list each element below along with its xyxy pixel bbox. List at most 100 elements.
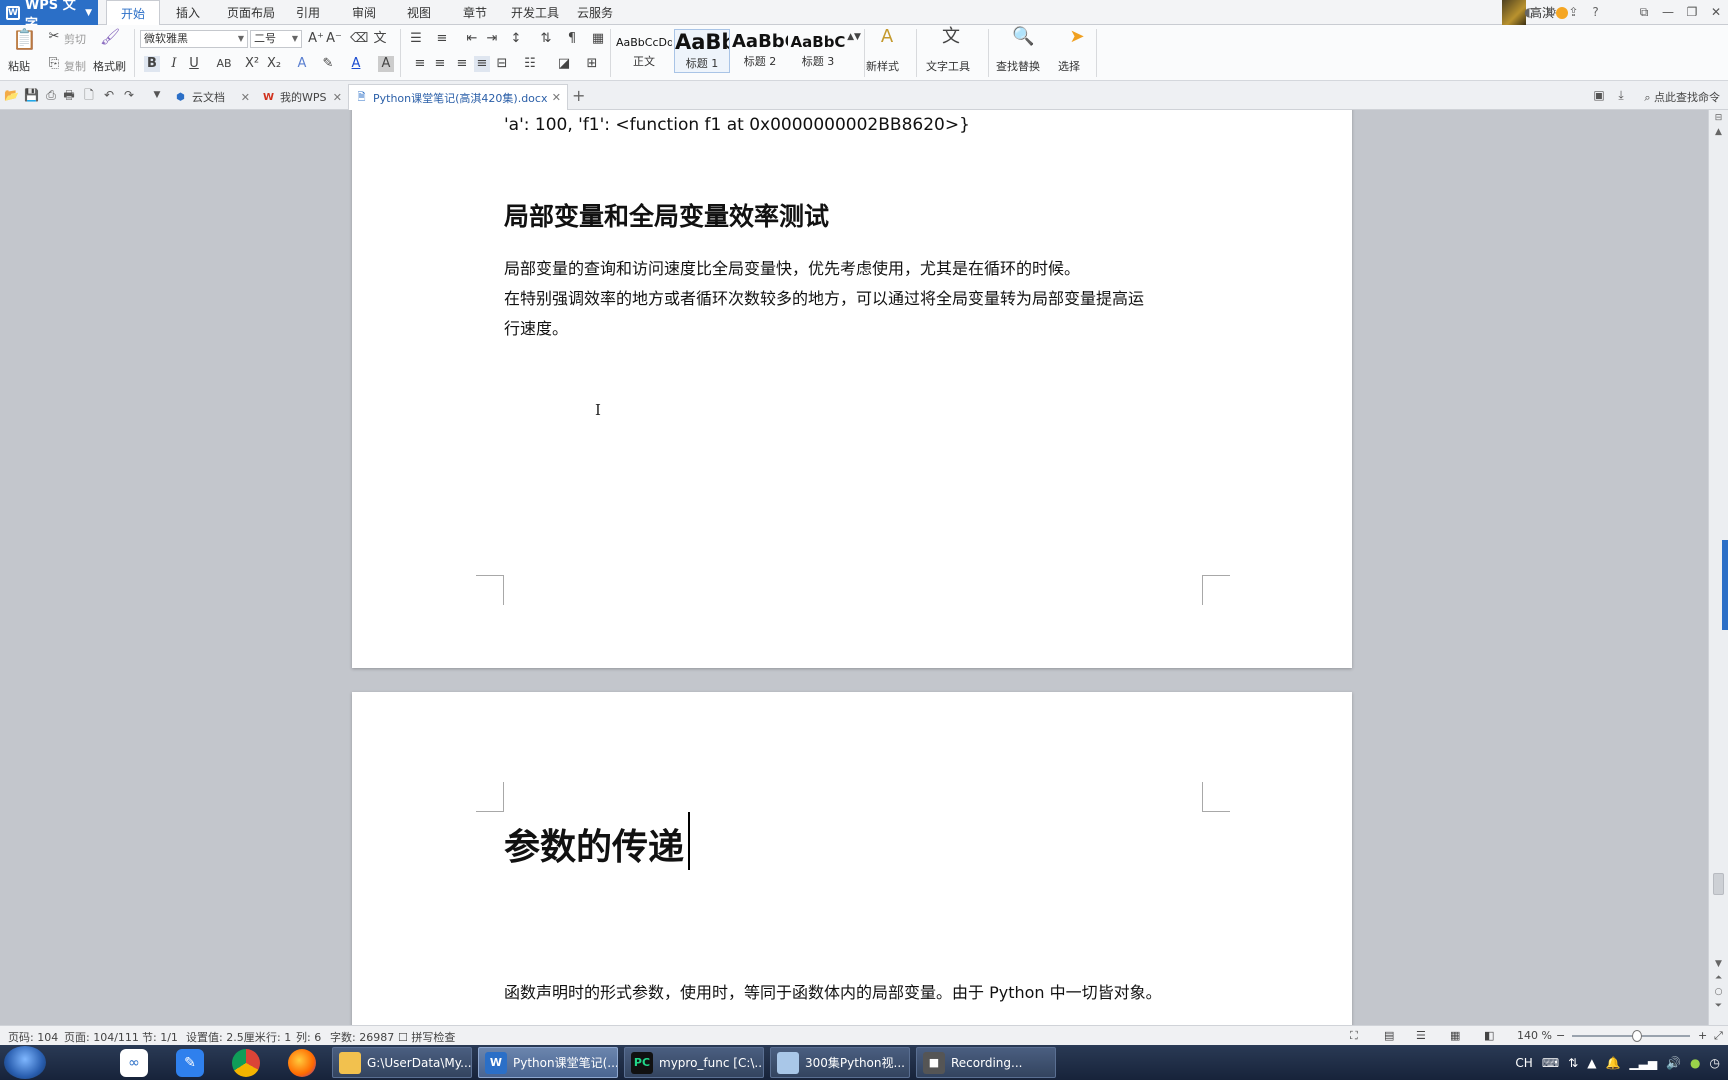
sort-icon[interactable]: ⇅ bbox=[538, 31, 554, 47]
style-heading-2[interactable]: AaBbC 标题 2 bbox=[732, 29, 788, 73]
redo-icon[interactable]: ↷ bbox=[122, 88, 136, 102]
style-heading-1[interactable]: AaBb 标题 1 bbox=[674, 29, 730, 73]
tab-home[interactable]: 开始 bbox=[106, 0, 160, 26]
undo-icon[interactable]: ↶ bbox=[102, 88, 116, 102]
gallery-scroll-icon[interactable]: ▲▼ bbox=[846, 29, 862, 45]
format-painter-button[interactable]: 格式刷 bbox=[93, 58, 126, 74]
volume-icon[interactable]: 🔊 bbox=[1666, 1056, 1681, 1070]
taskbar-notepad[interactable]: 300集Python视... bbox=[770, 1047, 910, 1078]
keyboard-icon[interactable]: ⌨ bbox=[1542, 1056, 1559, 1070]
word-count[interactable]: 字数: 26987 bbox=[330, 1029, 394, 1045]
shading-icon[interactable]: ◪ bbox=[556, 56, 572, 72]
tab-insert[interactable]: 插入 bbox=[166, 0, 210, 25]
feather-app-icon[interactable]: ✎ bbox=[176, 1049, 204, 1077]
align-center-icon[interactable]: ≡ bbox=[432, 56, 448, 72]
font-color-icon[interactable]: A bbox=[348, 56, 364, 72]
signal-icon[interactable]: ▁▃▅ bbox=[1629, 1056, 1657, 1070]
help-icon[interactable]: ? bbox=[1588, 5, 1603, 20]
tab-review[interactable]: 审阅 bbox=[344, 0, 384, 25]
bold-icon[interactable]: B bbox=[144, 56, 160, 72]
select-button[interactable]: 选择 bbox=[1058, 58, 1080, 74]
firefox-icon[interactable] bbox=[288, 1049, 316, 1077]
baidu-netdisk-icon[interactable]: ∞ bbox=[120, 1049, 148, 1077]
tab-current-document[interactable]: 🗎 Python课堂笔记(高淇420集).docx ✕ bbox=[348, 84, 568, 110]
new-style-button[interactable]: 新样式 bbox=[866, 58, 899, 74]
collapse-ribbon-icon[interactable]: ▣ bbox=[1592, 88, 1606, 102]
maximize-icon[interactable]: ❐ bbox=[1680, 0, 1704, 25]
para-spacing-icon[interactable]: ☷ bbox=[522, 56, 538, 72]
document-page[interactable]: 参数的传递 函数声明时的形式参数，使用时，等同于函数体内的局部变量。由于 Pyt… bbox=[352, 692, 1352, 1028]
document-page[interactable]: 'a': 100, 'f1': <function f1 at 0x000000… bbox=[352, 110, 1352, 668]
show-marks-icon[interactable]: ¶ bbox=[564, 31, 580, 47]
chrome-icon[interactable] bbox=[232, 1049, 260, 1077]
skin-icon[interactable]: ◐ bbox=[1522, 5, 1537, 20]
grow-font-icon[interactable]: A⁺ bbox=[308, 31, 324, 47]
tab-cloud[interactable]: 云服务 bbox=[570, 0, 620, 25]
italic-icon[interactable]: I bbox=[166, 56, 182, 72]
line-spacing-icon[interactable]: ↕ bbox=[508, 31, 524, 47]
copy-button[interactable]: 复制 bbox=[64, 58, 86, 74]
zoom-out-icon[interactable]: − bbox=[1556, 1029, 1565, 1042]
taskbar-wps[interactable]: W Python课堂笔记(... bbox=[478, 1047, 618, 1078]
settings-icon[interactable]: ⚙ bbox=[1544, 5, 1559, 20]
indent-icon[interactable]: ⇥ bbox=[484, 31, 500, 47]
chevron-down-icon[interactable]: ▼ bbox=[150, 88, 164, 102]
style-heading-3[interactable]: AaBbC 标题 3 bbox=[790, 29, 846, 73]
find-replace-button[interactable]: 查找替换 bbox=[996, 58, 1040, 74]
clear-format-icon[interactable]: ⌫ bbox=[350, 31, 368, 47]
share-icon[interactable]: ⇪ bbox=[1566, 5, 1581, 20]
superscript-icon[interactable]: X² bbox=[244, 56, 260, 72]
distribute-icon[interactable]: ⊟ bbox=[494, 56, 510, 72]
cut-button[interactable]: 剪切 bbox=[64, 31, 86, 47]
char-shading-icon[interactable]: A bbox=[378, 56, 394, 72]
show-hidden-icon[interactable]: ▲ bbox=[1587, 1056, 1596, 1070]
tab-references[interactable]: 引用 bbox=[288, 0, 328, 25]
fit-window-icon[interactable]: ⤢ bbox=[1714, 1029, 1723, 1043]
scroll-up-icon[interactable]: ▲ bbox=[1712, 126, 1725, 138]
restore-window-icon[interactable]: ⧉ bbox=[1632, 0, 1656, 25]
zoom-in-icon[interactable]: + bbox=[1698, 1029, 1707, 1042]
shrink-font-icon[interactable]: A⁻ bbox=[326, 31, 342, 47]
open-folder-icon[interactable]: 📂 bbox=[4, 88, 19, 102]
page-view-icon[interactable]: ▤ bbox=[1384, 1029, 1394, 1042]
table-grid-icon[interactable]: ▦ bbox=[590, 31, 606, 47]
clock-area[interactable]: ◷ bbox=[1710, 1056, 1720, 1070]
highlight-icon[interactable]: ✎ bbox=[320, 56, 336, 72]
close-icon[interactable]: ✕ bbox=[333, 91, 342, 104]
bullet-list-icon[interactable]: ☰ bbox=[408, 31, 424, 47]
document-workspace[interactable]: 'a': 100, 'f1': <function f1 at 0x000000… bbox=[0, 110, 1708, 1028]
start-button[interactable] bbox=[4, 1046, 46, 1079]
align-right-icon[interactable]: ≡ bbox=[454, 56, 470, 72]
network-icon[interactable]: ⇅ bbox=[1568, 1056, 1578, 1070]
paste-icon[interactable]: 📋 bbox=[12, 29, 37, 53]
print-preview-icon[interactable]: 🗋 bbox=[82, 88, 96, 102]
security-icon[interactable]: ● bbox=[1690, 1056, 1700, 1070]
zoom-slider-handle[interactable] bbox=[1632, 1030, 1642, 1042]
tab-view[interactable]: 视图 bbox=[399, 0, 439, 25]
subscript-icon[interactable]: X₂ bbox=[266, 56, 282, 72]
ime-indicator[interactable]: CH bbox=[1515, 1056, 1532, 1070]
side-panel-handle[interactable] bbox=[1722, 540, 1728, 630]
tab-page-layout[interactable]: 页面布局 bbox=[220, 0, 282, 25]
text-effect-icon[interactable]: A bbox=[294, 56, 310, 72]
paste-button[interactable]: 粘贴 bbox=[8, 58, 30, 74]
app-menu-button[interactable]: W WPS 文字 ▼ bbox=[0, 0, 98, 32]
close-icon[interactable]: ✕ bbox=[1704, 0, 1728, 25]
eye-protection-icon[interactable]: ◧ bbox=[1484, 1029, 1494, 1042]
spell-check-toggle[interactable]: ☐ 拼写检查 bbox=[398, 1029, 455, 1045]
fullscreen-icon[interactable]: ⛶ bbox=[1350, 1029, 1358, 1043]
export-pdf-icon[interactable]: ⎙ bbox=[44, 88, 58, 102]
tab-cloud-docs[interactable]: ⬢ 云文档 ✕ bbox=[168, 84, 256, 110]
notification-icon[interactable]: 🔔 bbox=[1605, 1056, 1620, 1070]
close-icon[interactable]: ✕ bbox=[241, 91, 250, 104]
zoom-slider[interactable] bbox=[1572, 1035, 1690, 1037]
tab-chapter[interactable]: 章节 bbox=[455, 0, 495, 25]
phonetic-icon[interactable]: 文 bbox=[372, 31, 388, 47]
tab-developer[interactable]: 开发工具 bbox=[508, 0, 562, 25]
taskbar-pycharm[interactable]: PC mypro_func [C:\... bbox=[624, 1047, 764, 1078]
border-icon[interactable]: ⊞ bbox=[584, 56, 600, 72]
next-page-icon[interactable]: ⏷ bbox=[1712, 1000, 1725, 1012]
justify-icon[interactable]: ≡ bbox=[474, 56, 490, 72]
tab-my-wps[interactable]: W 我的WPS ✕ bbox=[256, 84, 348, 110]
numbered-list-icon[interactable]: ≡ bbox=[434, 31, 450, 47]
